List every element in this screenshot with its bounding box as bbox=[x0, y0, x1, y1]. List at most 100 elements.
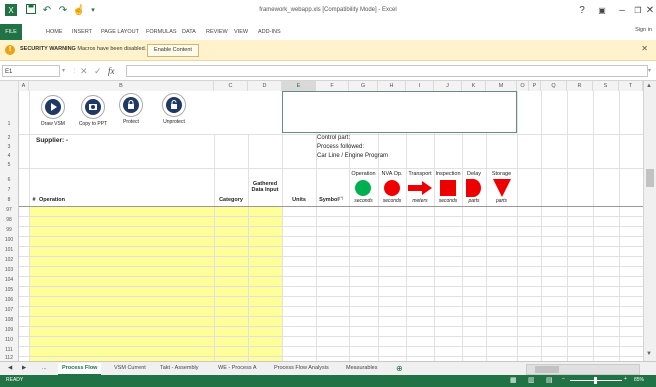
add-sheet-icon[interactable]: ⊕ bbox=[392, 363, 407, 374]
row-header[interactable]: 103 bbox=[0, 267, 18, 273]
expand-formula-bar-icon[interactable]: ▾ bbox=[648, 65, 651, 77]
row-header[interactable]: 3 bbox=[0, 144, 18, 150]
column-header-b[interactable]: B bbox=[29, 81, 214, 91]
tab-vsm-current[interactable]: VSM Current bbox=[110, 363, 150, 374]
tab-page-layout[interactable]: PAGE LAYOUT bbox=[101, 27, 139, 37]
normal-view-icon[interactable]: ▦ bbox=[510, 376, 517, 384]
unprotect-button[interactable] bbox=[162, 93, 186, 117]
tab-takt-assembly[interactable]: Takt - Assembly bbox=[156, 363, 203, 374]
close-icon[interactable]: ✕ bbox=[641, 44, 648, 53]
row-header[interactable]: 7 bbox=[0, 187, 18, 193]
row-header[interactable]: 107 bbox=[0, 307, 18, 313]
row-header[interactable]: 99 bbox=[0, 227, 18, 233]
row-header[interactable]: 102 bbox=[0, 257, 18, 263]
tab-formulas[interactable]: FORMULAS bbox=[146, 27, 177, 37]
column-header-s[interactable]: S bbox=[593, 81, 619, 91]
row-header[interactable]: 5 bbox=[0, 162, 18, 168]
column-header-k[interactable]: K bbox=[462, 81, 486, 91]
zoom-in-icon[interactable]: + bbox=[624, 376, 627, 382]
row-header[interactable]: 110 bbox=[0, 337, 18, 343]
column-header-i[interactable]: I bbox=[406, 81, 434, 91]
worksheet-grid[interactable]: Draw VSM Copy to PPT Protect Unprotect S… bbox=[19, 91, 643, 361]
column-header-c[interactable]: C bbox=[214, 81, 248, 91]
column-header-d[interactable]: D bbox=[248, 81, 282, 91]
row-header[interactable]: 106 bbox=[0, 297, 18, 303]
page-layout-view-icon[interactable]: ▥ bbox=[528, 376, 535, 384]
row-header[interactable]: 105 bbox=[0, 287, 18, 293]
h-scroll-thumb[interactable] bbox=[535, 366, 559, 373]
row-header[interactable]: 109 bbox=[0, 327, 18, 333]
row-header[interactable]: 8 bbox=[0, 197, 18, 203]
zoom-slider-thumb[interactable] bbox=[594, 377, 597, 384]
scroll-tabs-right-icon[interactable]: ▶ bbox=[18, 363, 30, 374]
info-box[interactable] bbox=[282, 91, 517, 133]
zoom-out-icon[interactable]: – bbox=[562, 376, 565, 382]
cancel-icon[interactable]: ✕ bbox=[80, 65, 88, 77]
row-header[interactable]: 98 bbox=[0, 217, 18, 223]
column-header-j[interactable]: J bbox=[434, 81, 462, 91]
column-header-m[interactable]: M bbox=[486, 81, 517, 91]
tab-data[interactable]: DATA bbox=[182, 27, 196, 37]
minimize-icon[interactable]: – bbox=[614, 4, 630, 18]
tab-view[interactable]: VIEW bbox=[234, 27, 248, 37]
scroll-down-icon[interactable]: ▼ bbox=[646, 351, 652, 357]
column-header-t[interactable]: T bbox=[619, 81, 643, 91]
sign-in-link[interactable]: Sign in bbox=[635, 27, 652, 33]
row-header[interactable]: 97 bbox=[0, 207, 18, 213]
more-tabs-button[interactable]: ... bbox=[38, 363, 51, 374]
tab-insert[interactable]: INSERT bbox=[72, 27, 92, 37]
column-header-a[interactable]: A bbox=[19, 81, 29, 91]
select-all-corner[interactable] bbox=[0, 81, 19, 91]
enable-content-button[interactable]: Enable Content bbox=[147, 44, 199, 57]
tab-file[interactable]: FILE bbox=[0, 24, 22, 40]
row-header[interactable]: 104 bbox=[0, 277, 18, 283]
tab-review[interactable]: REVIEW bbox=[206, 27, 228, 37]
transport-col-label: Transport bbox=[408, 171, 432, 177]
protect-button[interactable] bbox=[119, 93, 143, 117]
tab-we-process-a[interactable]: WE - Process A bbox=[214, 363, 261, 374]
name-box[interactable]: E1 bbox=[2, 65, 60, 77]
column-header-e[interactable]: E bbox=[282, 81, 316, 91]
column-header-o[interactable]: O bbox=[517, 81, 529, 91]
more-icon[interactable]: ⋮ bbox=[72, 65, 77, 77]
row-header[interactable]: 100 bbox=[0, 237, 18, 243]
row-header[interactable]: 6 bbox=[0, 177, 18, 183]
column-header-f[interactable]: F bbox=[316, 81, 349, 91]
row-header[interactable]: 1 bbox=[0, 121, 18, 127]
copy-to-ppt-button[interactable] bbox=[81, 95, 105, 119]
column-header-g[interactable]: G bbox=[349, 81, 378, 91]
row-header[interactable]: 2 bbox=[0, 135, 18, 141]
ribbon-display-icon[interactable]: ▣ bbox=[594, 4, 610, 18]
name-box-dropdown-icon[interactable]: ▾ bbox=[62, 65, 65, 77]
operation-input-area[interactable] bbox=[29, 206, 214, 361]
column-header-q[interactable]: Q bbox=[541, 81, 567, 91]
row-header[interactable]: 108 bbox=[0, 317, 18, 323]
category-header: Category bbox=[219, 197, 243, 203]
row-header[interactable]: 101 bbox=[0, 247, 18, 253]
row-header[interactable]: 4 bbox=[0, 153, 18, 159]
filter-dropdown[interactable]: (*) bbox=[339, 195, 343, 200]
scroll-up-icon[interactable]: ▲ bbox=[646, 83, 652, 89]
zoom-level[interactable]: 85% bbox=[634, 377, 644, 383]
insert-function-icon[interactable]: fx bbox=[108, 65, 115, 77]
close-icon[interactable]: ✕ bbox=[644, 4, 656, 18]
formula-input[interactable] bbox=[126, 65, 648, 77]
enter-icon[interactable]: ✓ bbox=[94, 65, 102, 77]
column-header-p[interactable]: P bbox=[529, 81, 541, 91]
row-header[interactable]: 111 bbox=[0, 347, 18, 353]
grid-line bbox=[19, 256, 643, 257]
column-header-h[interactable]: H bbox=[378, 81, 406, 91]
vertical-scrollbar[interactable]: ▲ ▼ bbox=[643, 81, 656, 361]
tab-home[interactable]: HOME bbox=[46, 27, 63, 37]
tab-process-flow-analysis[interactable]: Process Flow Analysis bbox=[270, 363, 333, 374]
tab-measurables[interactable]: Measurables bbox=[342, 363, 382, 374]
page-break-view-icon[interactable]: ▤ bbox=[546, 376, 553, 384]
scroll-tabs-left-icon[interactable]: ◀ bbox=[4, 363, 16, 374]
help-button[interactable]: ? bbox=[574, 4, 590, 18]
scroll-thumb[interactable] bbox=[646, 169, 654, 187]
zoom-slider[interactable] bbox=[570, 377, 622, 384]
horizontal-scrollbar[interactable] bbox=[526, 364, 640, 375]
column-header-r[interactable]: R bbox=[567, 81, 593, 91]
tab-add-ins[interactable]: ADD-INS bbox=[258, 27, 281, 37]
draw-vsm-button[interactable] bbox=[41, 95, 65, 119]
